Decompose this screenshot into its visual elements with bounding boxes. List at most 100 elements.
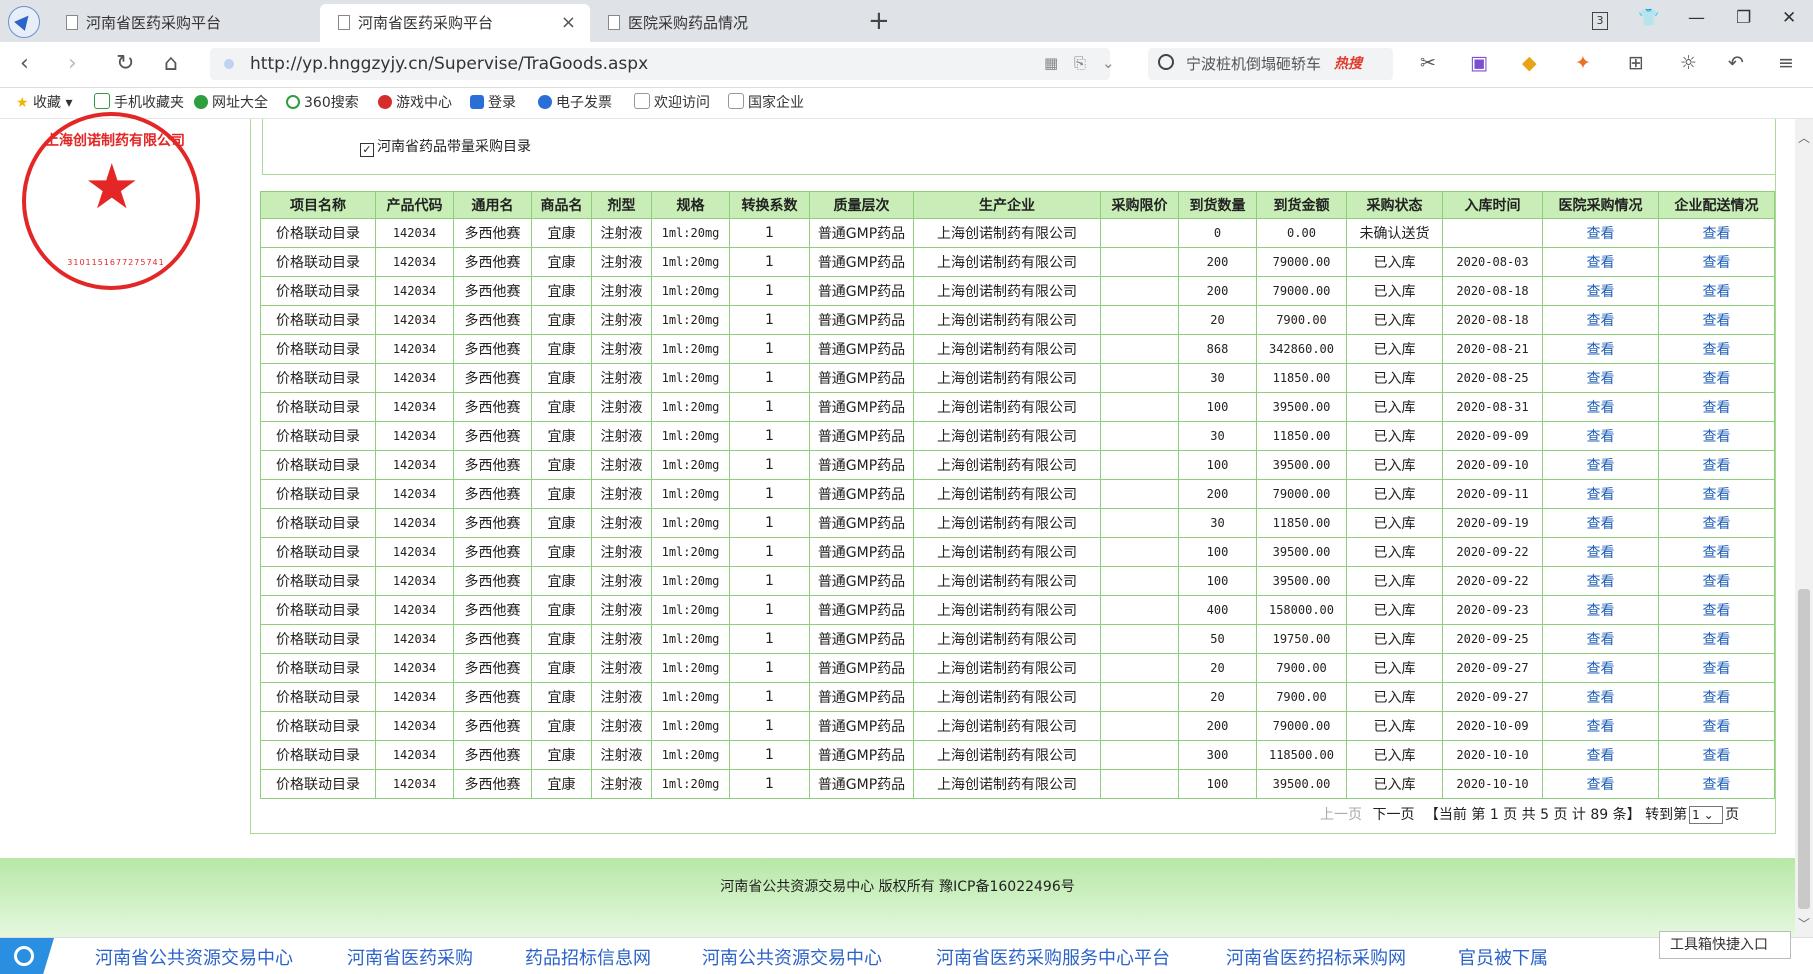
- view-delivery-link[interactable]: 查看: [1703, 284, 1731, 300]
- table-cell: 1ml:20mg: [652, 654, 730, 683]
- view-delivery-link[interactable]: 查看: [1703, 458, 1731, 474]
- tab-count-badge[interactable]: 3: [1592, 12, 1608, 30]
- view-delivery-link[interactable]: 查看: [1703, 574, 1731, 590]
- view-delivery-link[interactable]: 查看: [1703, 255, 1731, 271]
- table-cell: 查看: [1543, 625, 1659, 654]
- view-hospital-purchase-link[interactable]: 查看: [1587, 429, 1615, 445]
- restore-icon[interactable]: ❐: [1736, 8, 1751, 28]
- view-delivery-link[interactable]: 查看: [1703, 487, 1731, 503]
- bookmark-login[interactable]: 登录: [470, 93, 516, 113]
- view-delivery-link[interactable]: 查看: [1703, 226, 1731, 242]
- view-delivery-link[interactable]: 查看: [1703, 429, 1731, 445]
- bottom-link[interactable]: 河南省医药招标采购网: [1226, 944, 1406, 970]
- view-hospital-purchase-link[interactable]: 查看: [1587, 255, 1615, 271]
- shield-icon[interactable]: ◆: [1522, 52, 1537, 74]
- view-hospital-purchase-link[interactable]: 查看: [1587, 690, 1615, 706]
- menu-icon[interactable]: ≡: [1778, 52, 1794, 74]
- search-box[interactable]: 宁波桩机倒塌砸轿车 热搜: [1148, 48, 1393, 80]
- view-delivery-link[interactable]: 查看: [1703, 371, 1731, 387]
- bottom-link[interactable]: 河南省公共资源交易中心: [95, 944, 293, 970]
- view-delivery-link[interactable]: 查看: [1703, 603, 1731, 619]
- brightness-icon[interactable]: ☼: [1680, 52, 1697, 74]
- forward-icon[interactable]: ›: [68, 51, 77, 76]
- view-hospital-purchase-link[interactable]: 查看: [1587, 458, 1615, 474]
- view-delivery-link[interactable]: 查看: [1703, 719, 1731, 735]
- reload-icon[interactable]: ↻: [116, 51, 134, 76]
- view-hospital-purchase-link[interactable]: 查看: [1587, 342, 1615, 358]
- view-delivery-link[interactable]: 查看: [1703, 545, 1731, 561]
- next-page-link[interactable]: 下一页: [1372, 807, 1414, 823]
- bottom-link[interactable]: 药品招标信息网: [525, 944, 651, 970]
- goto-page-select[interactable]: 1 ⌄: [1689, 806, 1723, 824]
- page-scrollbar[interactable]: ︿ ﹀: [1795, 119, 1813, 937]
- bookmark-welcome[interactable]: 欢迎访问: [634, 93, 710, 113]
- view-hospital-purchase-link[interactable]: 查看: [1587, 748, 1615, 764]
- tab-1[interactable]: 河南省医药采购平台: [58, 4, 318, 42]
- prev-page-link[interactable]: 上一页: [1320, 807, 1362, 823]
- view-hospital-purchase-link[interactable]: 查看: [1587, 284, 1615, 300]
- view-hospital-purchase-link[interactable]: 查看: [1587, 719, 1615, 735]
- tab-2[interactable]: 河南省医药采购平台 ×: [320, 4, 590, 42]
- view-delivery-link[interactable]: 查看: [1703, 661, 1731, 677]
- bookmark-360[interactable]: 360搜索: [286, 93, 359, 113]
- bookmark-invoice[interactable]: 电子发票: [538, 93, 612, 113]
- view-hospital-purchase-link[interactable]: 查看: [1587, 777, 1615, 793]
- view-hospital-purchase-link[interactable]: 查看: [1587, 226, 1615, 242]
- browser-logo-icon[interactable]: [8, 6, 40, 38]
- close-tab-icon[interactable]: ×: [561, 4, 576, 42]
- bottom-link[interactable]: 河南公共资源交易中心: [702, 944, 882, 970]
- home-icon[interactable]: ⌂: [164, 51, 178, 76]
- table-cell: 注射液: [592, 538, 652, 567]
- scroll-up-icon[interactable]: ︿: [1798, 129, 1810, 146]
- table-cell: [1101, 480, 1179, 509]
- view-delivery-link[interactable]: 查看: [1703, 777, 1731, 793]
- view-delivery-link[interactable]: 查看: [1703, 748, 1731, 764]
- url-field[interactable]: http://yp.hnggzyjy.cn/Supervise/TraGoods…: [210, 48, 1110, 80]
- close-window-icon[interactable]: ✕: [1782, 8, 1796, 28]
- table-row: 价格联动目录142034多西他赛宜康注射液1ml:20mg1普通GMP药品上海创…: [261, 625, 1775, 654]
- reader-icon[interactable]: ⎘: [1074, 54, 1086, 72]
- bookmark-games[interactable]: 游戏中心: [378, 93, 452, 113]
- view-hospital-purchase-link[interactable]: 查看: [1587, 574, 1615, 590]
- view-hospital-purchase-link[interactable]: 查看: [1587, 313, 1615, 329]
- view-hospital-purchase-link[interactable]: 查看: [1587, 371, 1615, 387]
- table-cell: 价格联动目录: [261, 683, 376, 712]
- view-hospital-purchase-link[interactable]: 查看: [1587, 603, 1615, 619]
- view-delivery-link[interactable]: 查看: [1703, 313, 1731, 329]
- view-hospital-purchase-link[interactable]: 查看: [1587, 545, 1615, 561]
- minimize-icon[interactable]: —: [1688, 8, 1705, 28]
- bookmark-sites[interactable]: 网址大全: [194, 93, 268, 113]
- view-hospital-purchase-link[interactable]: 查看: [1587, 661, 1615, 677]
- bottom-link[interactable]: 河南省医药采购服务中心平台: [936, 944, 1170, 970]
- scroll-thumb[interactable]: [1798, 589, 1810, 909]
- view-delivery-link[interactable]: 查看: [1703, 400, 1731, 416]
- view-hospital-purchase-link[interactable]: 查看: [1587, 516, 1615, 532]
- bottom-link[interactable]: 河南省医药采购: [347, 944, 473, 970]
- tab-3[interactable]: 医院采购药品情况: [598, 4, 858, 42]
- scissors-icon[interactable]: ✂: [1420, 52, 1436, 74]
- bottom-link[interactable]: 官员被下属: [1458, 944, 1548, 970]
- translate-icon[interactable]: ▣: [1470, 52, 1488, 74]
- undo-icon[interactable]: ↶: [1728, 52, 1744, 74]
- shirt-icon[interactable]: 👕: [1638, 8, 1659, 28]
- view-hospital-purchase-link[interactable]: 查看: [1587, 487, 1615, 503]
- dropdown-icon[interactable]: ⌄: [1102, 54, 1115, 72]
- bookmark-favorites[interactable]: ★ 收藏 ▾: [16, 93, 73, 113]
- grid-icon[interactable]: ⊞: [1628, 52, 1644, 74]
- toolbox-shortcut[interactable]: 工具箱快捷入口 ✕: [1659, 931, 1791, 959]
- view-hospital-purchase-link[interactable]: 查看: [1587, 632, 1615, 648]
- new-tab-button[interactable]: +: [868, 4, 890, 38]
- table-cell: 1: [730, 451, 810, 480]
- bookmark-national[interactable]: 国家企业: [728, 93, 804, 113]
- view-delivery-link[interactable]: 查看: [1703, 342, 1731, 358]
- view-delivery-link[interactable]: 查看: [1703, 690, 1731, 706]
- bookmark-mobile[interactable]: 手机收藏夹: [94, 93, 184, 113]
- view-delivery-link[interactable]: 查看: [1703, 516, 1731, 532]
- view-delivery-link[interactable]: 查看: [1703, 632, 1731, 648]
- search360-icon[interactable]: [0, 938, 54, 974]
- view-hospital-purchase-link[interactable]: 查看: [1587, 400, 1615, 416]
- game-icon[interactable]: ✦: [1575, 52, 1591, 74]
- scroll-down-icon[interactable]: ﹀: [1798, 915, 1810, 932]
- qr-icon[interactable]: ▦: [1044, 54, 1058, 72]
- back-icon[interactable]: ‹: [20, 51, 29, 76]
